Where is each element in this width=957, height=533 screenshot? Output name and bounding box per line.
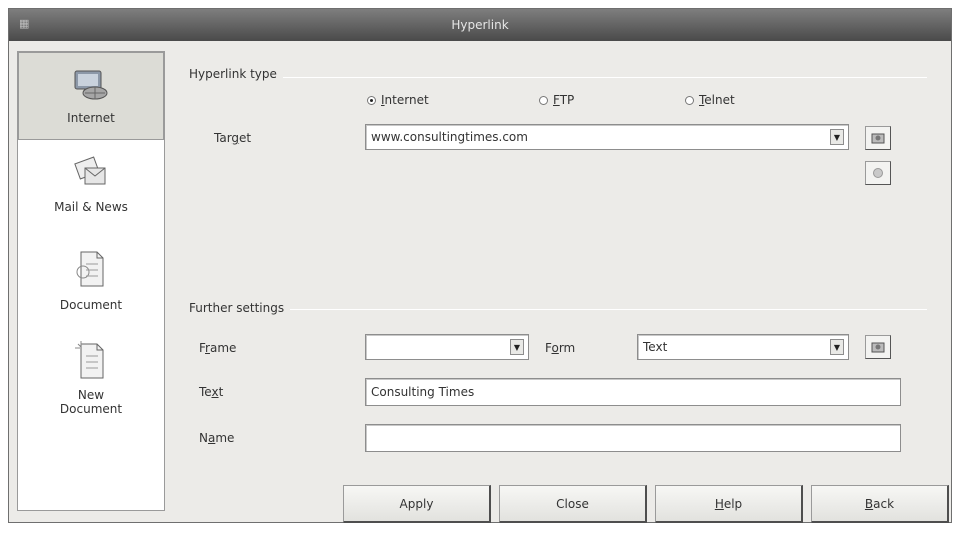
browse-icon bbox=[871, 133, 885, 144]
app-icon: ▦ bbox=[19, 17, 30, 30]
chevron-down-icon[interactable]: ▼ bbox=[510, 339, 524, 355]
target-icon bbox=[873, 168, 883, 178]
close-button[interactable]: Close bbox=[499, 485, 647, 523]
new-document-icon bbox=[75, 341, 104, 379]
radio-telnet-label: Telnet bbox=[699, 93, 735, 107]
help-button-label: Help bbox=[714, 496, 743, 511]
sidebar-item-new-document[interactable]: New Document bbox=[18, 340, 164, 440]
radio-telnet[interactable]: Telnet bbox=[685, 93, 735, 107]
sidebar-item-label: Mail & News bbox=[54, 200, 128, 214]
hyperlink-dialog: ▦ Hyperlink Internet Mail & News Documen… bbox=[8, 8, 952, 523]
help-button[interactable]: Help bbox=[655, 485, 803, 523]
group-title-hyperlink-type: Hyperlink type bbox=[189, 67, 283, 81]
radio-ftp-label: FTP bbox=[553, 93, 575, 107]
radio-ftp[interactable]: FTP bbox=[539, 93, 574, 107]
mail-news-icon bbox=[74, 156, 106, 185]
form-value: Text bbox=[643, 340, 668, 354]
back-button[interactable]: Back bbox=[811, 485, 949, 523]
sidebar-item-label: New bbox=[77, 388, 105, 402]
frame-label: Frame bbox=[199, 341, 237, 355]
title-bar[interactable]: ▦ Hyperlink bbox=[9, 9, 951, 41]
open-browser-button[interactable] bbox=[865, 126, 891, 150]
category-sidebar: Internet Mail & News Document New Docume… bbox=[17, 51, 165, 511]
chevron-down-icon[interactable]: ▼ bbox=[830, 129, 844, 145]
radio-internet[interactable]: Internet bbox=[367, 93, 429, 107]
target-combobox[interactable]: www.consultingtimes.com ▼ bbox=[365, 124, 849, 150]
sidebar-item-mail-news[interactable]: Mail & News bbox=[18, 152, 164, 232]
chevron-down-icon[interactable]: ▼ bbox=[830, 339, 844, 355]
radio-internet-label: Internet bbox=[381, 93, 429, 107]
radio-dot-internet bbox=[367, 95, 376, 105]
sidebar-item-label: Internet bbox=[67, 111, 115, 125]
text-input[interactable]: Consulting Times bbox=[365, 378, 901, 406]
sidebar-item-label: Document bbox=[59, 298, 123, 312]
radio-dot-ftp bbox=[539, 95, 548, 105]
apply-button[interactable]: Apply bbox=[343, 485, 491, 523]
target-label: Target bbox=[214, 131, 252, 145]
back-button-label: Back bbox=[864, 496, 895, 511]
target-in-document-button[interactable] bbox=[865, 161, 891, 185]
frame-combobox[interactable]: ▼ bbox=[365, 334, 529, 360]
target-value: www.consultingtimes.com bbox=[371, 130, 528, 144]
events-button[interactable] bbox=[865, 335, 891, 359]
apply-button-label: Apply bbox=[399, 496, 434, 511]
form-combobox[interactable]: Text ▼ bbox=[637, 334, 849, 360]
text-label: Text bbox=[199, 385, 224, 399]
text-value: Consulting Times bbox=[371, 385, 475, 399]
group-title-further-settings: Further settings bbox=[189, 301, 291, 315]
sidebar-item-document[interactable]: Document bbox=[18, 248, 164, 328]
close-button-label: Close bbox=[556, 496, 589, 511]
radio-dot-telnet bbox=[685, 95, 694, 105]
internet-icon bbox=[74, 70, 108, 100]
name-input[interactable] bbox=[365, 424, 901, 452]
events-icon bbox=[871, 342, 885, 353]
sidebar-item-label-2: Document bbox=[59, 402, 123, 416]
form-label: Form bbox=[545, 341, 576, 355]
sidebar-item-internet[interactable]: Internet bbox=[18, 52, 164, 140]
group-separator bbox=[189, 77, 927, 78]
document-icon bbox=[76, 251, 104, 287]
window-title: Hyperlink bbox=[451, 18, 509, 32]
name-label: Name bbox=[199, 431, 235, 445]
group-separator bbox=[189, 309, 927, 310]
